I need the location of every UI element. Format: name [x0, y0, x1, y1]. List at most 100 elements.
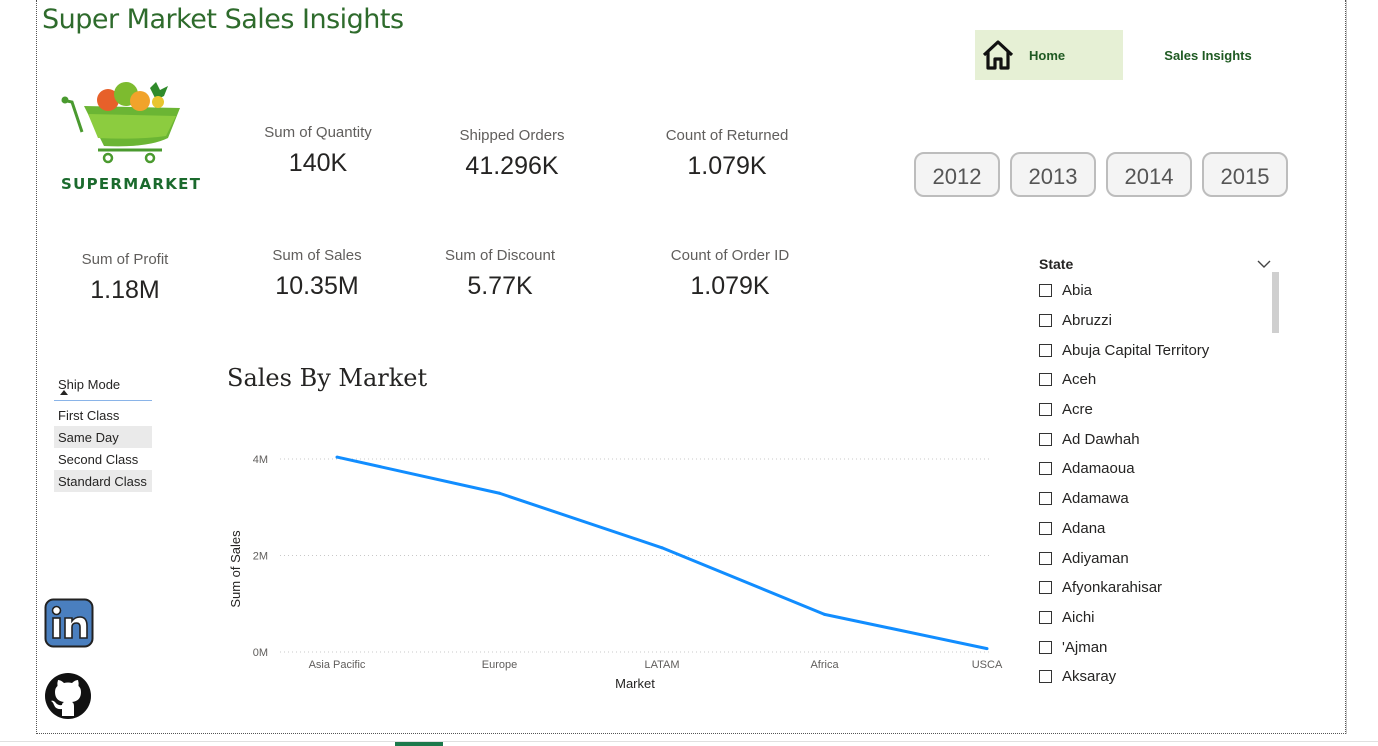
page-tabs-divider	[0, 741, 1378, 742]
ship-mode-slicer: Ship Mode First Class Same Day Second Clas…	[54, 374, 152, 492]
state-slicer-header[interactable]: State	[1039, 252, 1279, 276]
state-item-label: Adamaoua	[1062, 460, 1135, 478]
state-item[interactable]: Abruzzi	[1039, 306, 1279, 336]
page-title: Super Market Sales Insights	[42, 4, 404, 35]
state-item[interactable]: Akmola	[1039, 692, 1279, 700]
kpi-label: Count of Returned	[665, 127, 789, 144]
kpi-value: 1.079K	[687, 152, 767, 180]
year-button-2012[interactable]: 2012	[914, 152, 1000, 197]
sort-ascending-icon[interactable]	[60, 390, 68, 395]
checkbox[interactable]	[1039, 670, 1052, 684]
kpi-shipped-orders: Shipped Orders 41.296K	[442, 127, 582, 181]
year-button-2013[interactable]: 2013	[1010, 152, 1096, 197]
x-tick-label: LATAM	[644, 659, 679, 671]
series-line[interactable]	[336, 455, 988, 651]
nav-sales-insights-label: Sales Insights	[1164, 47, 1252, 63]
data-point[interactable]	[660, 546, 664, 550]
kpi-value: 1.18M	[90, 276, 160, 304]
ship-mode-item[interactable]: First Class	[54, 404, 152, 426]
state-item[interactable]: Ad Dawhah	[1039, 424, 1279, 454]
checkbox[interactable]	[1039, 403, 1052, 417]
checkbox[interactable]	[1039, 492, 1052, 506]
data-point[interactable]	[335, 455, 339, 459]
checkbox[interactable]	[1039, 432, 1052, 446]
state-item-label: 'Ajman	[1062, 638, 1108, 656]
nav-home-label: Home	[1029, 47, 1066, 63]
checkbox[interactable]	[1039, 640, 1052, 654]
state-item-label: Adamawa	[1062, 490, 1129, 508]
state-list: Abia Abruzzi Abuja Capital Territory Aceh Ac…	[1039, 276, 1279, 700]
kpi-label: Sum of Profit	[81, 251, 169, 268]
checkbox[interactable]	[1039, 462, 1052, 476]
year-button-2015[interactable]: 2015	[1202, 152, 1288, 197]
nav-sales-insights-button[interactable]: Sales Insights	[1130, 30, 1286, 80]
state-item[interactable]: Adamawa	[1039, 484, 1279, 514]
data-point[interactable]	[498, 491, 501, 495]
state-item[interactable]: Acre	[1039, 395, 1279, 425]
checkbox[interactable]	[1039, 551, 1052, 565]
kpi-label: Sum of Quantity	[264, 124, 372, 141]
state-item-label: Adiyaman	[1062, 549, 1129, 567]
ship-mode-item[interactable]: Same Day	[54, 426, 152, 448]
state-item[interactable]: Abia	[1039, 276, 1279, 306]
y-axis-title: Sum of Sales	[228, 530, 243, 608]
kpi-count-of-order-id: Count of Order ID 1.079K	[650, 247, 810, 301]
checkbox[interactable]	[1039, 521, 1052, 535]
state-item[interactable]: Afyonkarahisar	[1039, 573, 1279, 603]
checkbox[interactable]	[1039, 581, 1052, 595]
state-item[interactable]: Aksaray	[1039, 662, 1279, 692]
state-item-label: Abia	[1062, 282, 1093, 300]
kpi-value: 1.079K	[690, 272, 770, 300]
ship-mode-item[interactable]: Second Class	[54, 448, 152, 470]
kpi-value: 5.77K	[467, 272, 533, 300]
linkedin-icon[interactable]	[44, 598, 94, 648]
state-slicer: State Abia Abruzzi Abuja Capital Territory…	[1039, 252, 1279, 700]
state-item-label: Abruzzi	[1062, 312, 1113, 330]
ship-mode-list: First Class Same Day Second Class Standard …	[54, 404, 152, 492]
kpi-sum-of-quantity: Sum of Quantity 140K	[248, 124, 388, 178]
state-item[interactable]: Adana	[1039, 514, 1279, 544]
x-tick-label: Asia Pacific	[309, 659, 366, 671]
state-item-label: Ad Dawhah	[1062, 430, 1140, 448]
ship-mode-item[interactable]: Standard Class	[54, 470, 152, 492]
x-tick-label: Europe	[482, 659, 517, 671]
kpi-label: Shipped Orders	[459, 127, 565, 144]
state-item-label: Akmola	[1062, 698, 1112, 700]
checkbox[interactable]	[1039, 314, 1052, 328]
state-item[interactable]: Abuja Capital Territory	[1039, 335, 1279, 365]
state-item-label: Aceh	[1062, 371, 1097, 389]
data-point[interactable]	[823, 612, 826, 616]
kpi-sum-of-discount: Sum of Discount 5.77K	[430, 247, 570, 301]
active-page-tab-indicator[interactable]	[395, 742, 443, 746]
nav-home-button[interactable]: Home	[975, 30, 1123, 80]
sales-by-market-chart: 0M 2M 4M Asia Pacific Europe LATAM Africa USCA M…	[228, 454, 1003, 691]
state-scrollbar[interactable]	[1272, 272, 1279, 333]
github-icon[interactable]	[44, 672, 92, 720]
state-item[interactable]: Adiyaman	[1039, 543, 1279, 573]
state-item[interactable]: Aceh	[1039, 365, 1279, 395]
state-item-label: Afyonkarahisar	[1062, 579, 1163, 597]
kpi-count-of-returned: Count of Returned 1.079K	[647, 127, 807, 181]
data-point[interactable]	[985, 647, 989, 651]
year-button-2014[interactable]: 2014	[1106, 152, 1192, 197]
state-item[interactable]: Aichi	[1039, 603, 1279, 633]
state-item-label: Aichi	[1062, 608, 1095, 626]
state-slicer-title: State	[1039, 256, 1074, 272]
state-item[interactable]: Adamaoua	[1039, 454, 1279, 484]
state-item-label: Aksaray	[1062, 668, 1117, 686]
state-item-label: Adana	[1062, 519, 1106, 537]
kpi-label: Count of Order ID	[670, 247, 790, 264]
checkbox[interactable]	[1039, 373, 1052, 387]
y-tick-label: 2M	[253, 551, 268, 563]
kpi-sum-of-profit: Sum of Profit 1.18M	[60, 251, 190, 305]
kpi-value: 140K	[288, 149, 348, 177]
checkbox[interactable]	[1039, 610, 1052, 624]
kpi-label: Sum of Sales	[272, 247, 362, 264]
chevron-down-icon[interactable]	[1257, 259, 1271, 269]
chart-title: Sales By Market	[227, 364, 428, 392]
x-tick-label: USCA	[972, 659, 1003, 671]
checkbox[interactable]	[1039, 284, 1052, 298]
checkbox[interactable]	[1039, 343, 1052, 357]
state-item[interactable]: 'Ajman	[1039, 632, 1279, 662]
x-tick-label: Africa	[810, 659, 839, 671]
